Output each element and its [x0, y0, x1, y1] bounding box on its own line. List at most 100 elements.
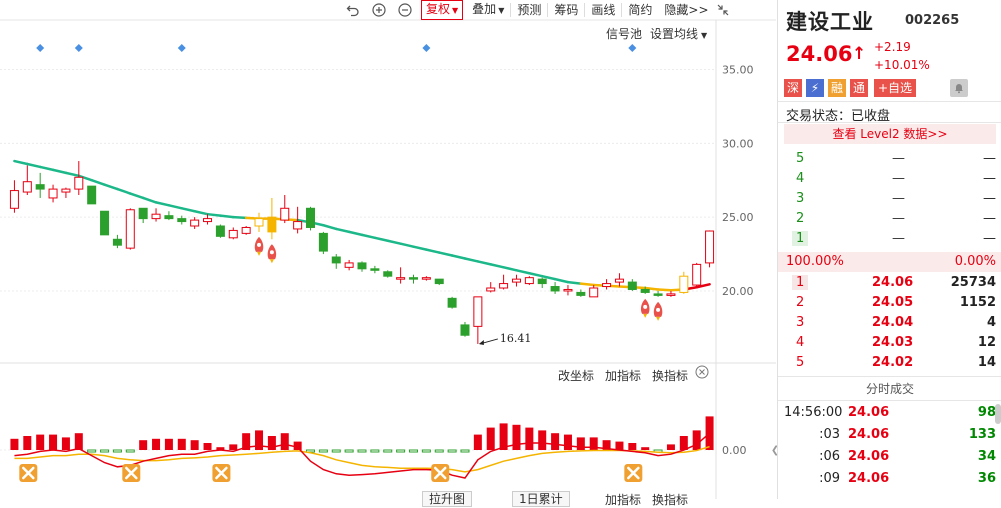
signal-diamond-icon	[74, 44, 83, 52]
connect-badge[interactable]: 通	[850, 79, 868, 97]
candle	[576, 289, 586, 297]
buy-order-row[interactable]: 5 24.02 14	[778, 353, 1001, 373]
ma-line-segment	[26, 162, 42, 169]
tick-time: :06	[819, 449, 840, 464]
sell-order-row[interactable]: 2 — —	[778, 209, 1001, 229]
candle-body	[9, 190, 19, 209]
candle	[331, 254, 341, 269]
candle-body	[705, 230, 715, 264]
macd-bar	[666, 444, 675, 450]
candle-body	[550, 286, 560, 292]
candle	[22, 165, 32, 195]
macd-bar	[679, 436, 688, 450]
rocket-flame	[257, 251, 262, 256]
candle-body	[692, 263, 702, 286]
chips-button[interactable]: 筹码	[548, 0, 584, 20]
order-volume: —	[983, 211, 996, 226]
bottom-left-dropdown[interactable]: 拉升图	[422, 491, 473, 507]
hide-button[interactable]: 隐藏>>	[658, 0, 714, 20]
order-level: 2	[796, 211, 805, 226]
overlay-dropdown[interactable]: 叠加 ▼	[466, 0, 510, 21]
candle-body	[421, 277, 431, 280]
draw-line-button[interactable]: 画线	[585, 0, 621, 20]
buy-order-row[interactable]: 1 24.06 25734	[778, 273, 1001, 293]
bottom-add-indicator-button[interactable]: 加指标	[605, 491, 641, 508]
stock-code: 002265	[905, 13, 960, 28]
order-level: 4	[796, 335, 805, 350]
buy-order-row[interactable]: 3 24.04 4	[778, 313, 1001, 333]
candle-body	[87, 185, 97, 205]
set-ma-button[interactable]: 设置均线 ▼	[650, 25, 707, 42]
candle	[524, 276, 534, 286]
divider	[778, 101, 1001, 102]
ma-line-segment	[90, 178, 106, 186]
buy-order-row[interactable]: 2 24.05 1152	[778, 293, 1001, 313]
margin-badge[interactable]: 融	[828, 79, 846, 97]
rocket-icon	[653, 301, 663, 321]
candle	[486, 282, 496, 293]
zoom-out-icon[interactable]	[397, 2, 413, 18]
signal-diamond-icon	[628, 44, 637, 52]
switch-indicator-button[interactable]: 换指标	[652, 367, 688, 384]
bottom-switch-indicator-button[interactable]: 换指标	[652, 491, 688, 508]
forecast-button[interactable]: 预测	[511, 0, 547, 20]
signal-pool-button[interactable]: 信号池	[606, 25, 642, 42]
candle	[151, 208, 161, 222]
fuquan-dropdown[interactable]: 复权 ▼	[421, 0, 464, 20]
collapse-arrows-icon[interactable]	[715, 2, 731, 18]
add-indicator-button[interactable]: 加指标	[605, 367, 641, 384]
macd-bar	[293, 441, 302, 450]
candle	[511, 274, 521, 287]
order-price: 24.03	[872, 335, 914, 350]
order-level-cell: 5	[796, 353, 804, 373]
ma-line-segment	[167, 204, 184, 210]
simple-button[interactable]: 简约	[622, 0, 658, 20]
macd-bar	[447, 449, 457, 453]
scrollbar-thumb[interactable]	[995, 404, 1001, 424]
signal-diamond-icon	[177, 44, 186, 52]
macd-bar	[112, 449, 122, 453]
ma-line-segment	[399, 242, 415, 248]
ma-line-segment	[38, 165, 55, 172]
level2-link[interactable]: 查看 Level2 数据>>	[784, 124, 996, 144]
arrow-up-icon: ↑	[852, 44, 867, 64]
undo-icon[interactable]	[345, 2, 361, 18]
candle-body	[125, 209, 135, 249]
macd-bar	[125, 449, 135, 453]
candle-body	[177, 218, 187, 223]
sell-order-row[interactable]: 4 — —	[778, 169, 1001, 189]
candle	[357, 261, 367, 272]
rocket-window	[269, 250, 274, 255]
macd-bar	[563, 434, 572, 450]
macd-bar	[370, 449, 380, 453]
kline-chart[interactable]: 35.00 30.00 25.00 20.00 16.41 0.00	[0, 0, 776, 499]
bottom-middle-dropdown[interactable]: 1日累计	[512, 491, 570, 507]
candle	[9, 180, 19, 213]
sell-order-row[interactable]: 1 — —	[778, 229, 1001, 249]
shenzhen-badge[interactable]: 深	[784, 79, 802, 97]
candle	[254, 212, 264, 232]
sell-order-row[interactable]: 5 — —	[778, 149, 1001, 169]
macd-bar	[641, 447, 650, 450]
macd-bar	[190, 440, 199, 450]
low-price-label: 16.41	[500, 332, 532, 345]
ma-line-segment	[463, 257, 480, 263]
macd-bar	[344, 449, 354, 453]
lightning-icon[interactable]: ⚡	[806, 79, 824, 97]
chart-area[interactable]: 35.00 30.00 25.00 20.00 16.41 0.00 复权 ▼ 叠加 ▼ 预测…	[0, 0, 776, 507]
add-watchlist-button[interactable]: +自选	[874, 79, 917, 97]
sell-order-row[interactable]: 3 — —	[778, 189, 1001, 209]
close-subchart-icon[interactable]	[695, 365, 709, 382]
tick-volume: 98	[977, 405, 996, 420]
change-axis-button[interactable]: 改坐标	[558, 367, 594, 384]
buy-order-row[interactable]: 4 24.03 12	[778, 333, 1001, 353]
rocket-flame	[643, 313, 648, 318]
bell-icon[interactable]	[950, 79, 968, 97]
ma-line-segment	[206, 212, 222, 217]
candle-body	[344, 262, 354, 268]
candle	[61, 187, 71, 198]
order-price: 24.06	[872, 275, 914, 290]
ma-line-segment	[129, 192, 145, 200]
candle	[48, 184, 58, 203]
zoom-in-icon[interactable]	[371, 2, 387, 18]
